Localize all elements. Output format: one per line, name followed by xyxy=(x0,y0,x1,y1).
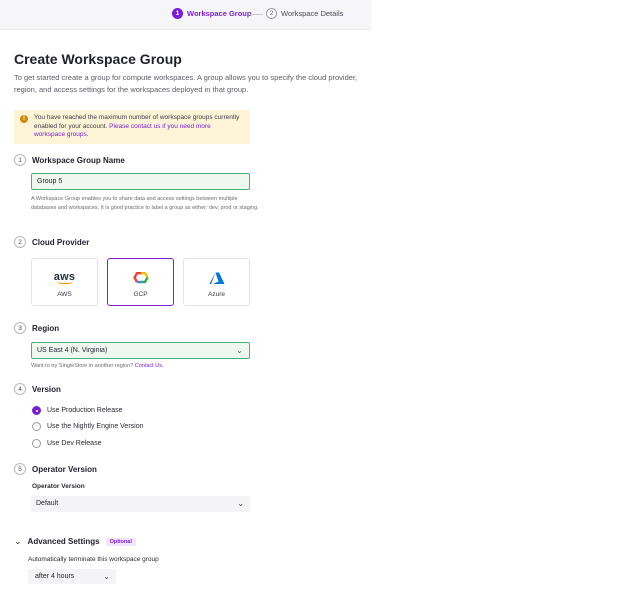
auto-terminate-label: Automatically terminate this workspace g… xyxy=(28,556,159,563)
page-title: Create Workspace Group xyxy=(14,51,182,67)
advanced-settings-toggle[interactable]: ⌄ Advanced Settings Optional xyxy=(14,536,136,547)
radio-label: Use Production Release xyxy=(47,407,123,414)
operator-version-value: Default xyxy=(36,500,59,507)
provider-card-gcp[interactable]: GCP xyxy=(107,258,174,306)
step-label: Workspace Group xyxy=(187,9,252,18)
aws-logo-text: aws xyxy=(53,271,76,283)
radio-selected-icon xyxy=(32,406,41,415)
name-help-text: A Workspace Group enables you to share d… xyxy=(31,196,259,211)
aws-logo-icon: aws xyxy=(32,269,97,287)
provider-label: GCP xyxy=(133,291,148,298)
section-number: 3 xyxy=(14,322,26,334)
section-version: 4 Version xyxy=(14,383,61,395)
region-help-text: Want to try SingleStore in another regio… xyxy=(31,363,134,369)
version-option-dev[interactable]: Use Dev Release xyxy=(32,439,101,448)
step-connector xyxy=(250,14,263,15)
provider-label: Azure xyxy=(208,291,225,298)
optional-badge: Optional xyxy=(105,537,136,546)
stepper-bar: 1 Workspace Group 2 Workspace Details xyxy=(0,0,371,30)
chevron-down-icon: ⌄ xyxy=(103,572,110,581)
section-title: Operator Version xyxy=(32,464,97,474)
step-number: 2 xyxy=(266,8,277,19)
step-number: 1 xyxy=(172,8,183,19)
version-option-nightly[interactable]: Use the Nightly Engine Version xyxy=(32,422,144,431)
step-workspace-details[interactable]: 2 Workspace Details xyxy=(266,8,343,19)
page-description: To get started create a group for comput… xyxy=(14,73,358,94)
provider-card-aws[interactable]: aws AWS xyxy=(31,258,98,306)
advanced-settings-title: Advanced Settings xyxy=(27,537,100,546)
section-number: 4 xyxy=(14,383,26,395)
chevron-down-icon: ⌄ xyxy=(237,499,244,508)
limit-alert: ! You have reached the maximum number of… xyxy=(14,110,250,144)
region-value: US East 4 (N. Virginia) xyxy=(37,347,108,354)
operator-version-label: Operator Version xyxy=(32,483,85,490)
step-workspace-group[interactable]: 1 Workspace Group xyxy=(172,8,251,19)
region-help: Want to try SingleStore in another regio… xyxy=(31,362,259,371)
contact-us-region-link[interactable]: Contact Us. xyxy=(135,363,164,369)
region-select[interactable]: US East 4 (N. Virginia) ⌄ xyxy=(31,342,250,359)
warning-icon: ! xyxy=(20,115,28,123)
section-workspace-group-name: 1 Workspace Group Name xyxy=(14,154,125,166)
section-title: Workspace Group Name xyxy=(32,155,125,165)
auto-terminate-select[interactable]: after 4 hours ⌄ xyxy=(28,569,116,584)
chevron-down-icon: ⌄ xyxy=(14,536,22,546)
section-title: Version xyxy=(32,384,61,394)
version-option-production[interactable]: Use Production Release xyxy=(32,406,123,415)
operator-version-select[interactable]: Default ⌄ xyxy=(31,496,250,512)
radio-icon xyxy=(32,439,41,448)
step-label: Workspace Details xyxy=(281,9,344,18)
section-number: 5 xyxy=(14,463,26,475)
radio-icon xyxy=(32,422,41,431)
section-region: 3 Region xyxy=(14,322,59,334)
auto-terminate-value: after 4 hours xyxy=(35,573,75,580)
section-number: 2 xyxy=(14,236,26,248)
radio-label: Use Dev Release xyxy=(47,440,102,447)
section-cloud-provider: 2 Cloud Provider xyxy=(14,236,89,248)
provider-label: AWS xyxy=(57,291,72,298)
section-title: Region xyxy=(32,323,60,333)
azure-logo-icon xyxy=(184,269,249,287)
provider-card-azure[interactable]: Azure xyxy=(183,258,250,306)
workspace-group-name-input[interactable]: Group 5 xyxy=(31,173,250,190)
radio-label: Use the Nightly Engine Version xyxy=(47,423,144,430)
chevron-down-icon: ⌄ xyxy=(236,346,243,355)
section-title: Cloud Provider xyxy=(32,237,90,247)
section-operator-version: 5 Operator Version xyxy=(14,463,97,475)
section-number: 1 xyxy=(14,154,26,166)
gcp-logo-icon xyxy=(108,269,173,287)
